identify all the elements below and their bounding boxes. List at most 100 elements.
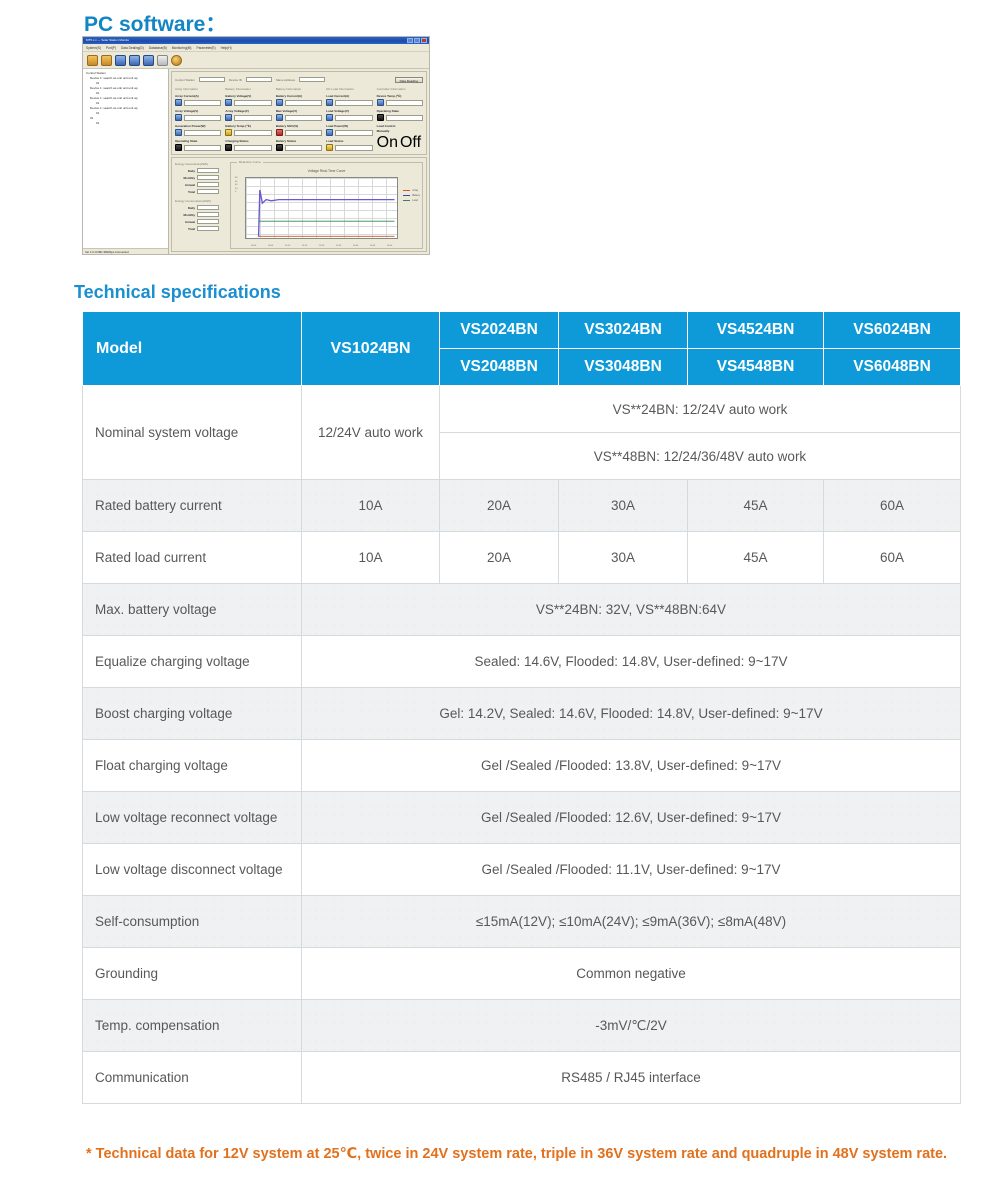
- load-status-label: Load Status: [326, 139, 344, 143]
- load-current-icon: [326, 99, 334, 106]
- load-control-label: Load Control: [376, 124, 396, 128]
- controller-information-title: Controller Information: [376, 87, 406, 91]
- battery-temp-field: Battery Temp.(℃): [225, 124, 272, 136]
- header-model-vs3024bn: VS3024BN: [558, 311, 688, 349]
- table-row: Rated battery current 10A 20A 30A 45A 60…: [82, 479, 961, 532]
- table-row: Grounding Common negative: [82, 947, 961, 1000]
- generation-power-label: Generation Power(W): [175, 124, 206, 128]
- battery-detail-title: Battery Information: [275, 87, 302, 91]
- row-label-max-battery-voltage: Max. battery voltage: [82, 583, 302, 636]
- max-voltage-value: [284, 114, 323, 121]
- cell-nominal-48: VS**48BN: 12/24/36/48V auto work: [439, 432, 961, 480]
- table-row: Self-consumption ≤15mA(12V); ≤10mA(24V);…: [82, 895, 961, 948]
- con-annual-value: [197, 219, 219, 224]
- screenshot-titlebar: MT5.x.x — Solar Station Monitor: [83, 37, 429, 44]
- row-label-rated-battery-current: Rated battery current: [82, 479, 302, 532]
- toolbar-report-icon: [143, 54, 154, 66]
- legend-label-battery: Battery: [412, 194, 420, 197]
- cell-boost-charging-voltage: Gel: 14.2V, Sealed: 14.6V, Flooded: 14.8…: [301, 687, 961, 740]
- pc-software-heading-text: PC software: [84, 13, 206, 36]
- battery-voltage-field: Battery Voltage(V): [225, 94, 272, 106]
- pc-software-heading: PC software：: [84, 8, 226, 38]
- controller-operating-state-field: Operating State: [376, 109, 424, 121]
- load-voltage-field: Load Voltage(V): [326, 109, 373, 121]
- pc-software-screenshot: MT5.x.x — Solar Station Monitor System(S…: [82, 36, 430, 255]
- chart-x-tick-3: 10:15: [301, 245, 308, 247]
- legend-swatch-battery: [403, 194, 411, 197]
- screenshot-toolbar: [83, 52, 429, 69]
- array-current-icon: [175, 99, 182, 106]
- tree-item-sub-5: 01: [96, 121, 100, 125]
- battery-current-field: Battery Current(A): [275, 94, 323, 106]
- table-row: Rated load current 10A 20A 30A 45A 60A: [82, 531, 961, 584]
- legend-entry-battery: Battery: [403, 194, 420, 197]
- legend-swatch-load: [403, 199, 411, 202]
- array-current-field: Array Current(A): [175, 94, 222, 106]
- chart-series-svg: [257, 189, 395, 237]
- screenshot-main-panels: Control Station Device ID Slave Address …: [169, 69, 429, 254]
- legend-label-array: Array: [412, 189, 419, 192]
- array-voltage-label: Array Voltage(V): [175, 109, 199, 113]
- header-model-vs6048bn: VS6048BN: [823, 348, 961, 386]
- array-information-group: Array Information Array Current(A) Array…: [175, 87, 222, 152]
- header-model-label: Model: [82, 311, 302, 386]
- generation-power-icon: [175, 129, 182, 136]
- controller-information-group: Controller Information Device Temp.(℃) O…: [376, 87, 424, 152]
- table-row: Low voltage reconnect voltage Gel /Seale…: [82, 791, 961, 844]
- realtime-curve-panel-label: Real-time Curve: [237, 160, 263, 164]
- technical-specifications-table: Model VS1024BN VS2024BN VS3024BN VS4524B…: [82, 311, 961, 1104]
- station-label: Control Station: [175, 77, 195, 82]
- toolbar-database-icon: [115, 54, 126, 66]
- battery-soc-value: [284, 129, 323, 136]
- technical-data-footnote: * Technical data for 12V system at 25℃, …: [86, 1146, 948, 1162]
- cell-rated-battery-current-2: 20A: [439, 479, 559, 532]
- table-row: Temp. compensation -3mV/℃/2V: [82, 999, 961, 1052]
- header-model-vs4524bn: VS4524BN: [687, 311, 824, 349]
- menu-item-parameter: Parameter(E): [196, 45, 216, 50]
- gen-daily-label: Daily: [187, 168, 195, 173]
- header-model-vs2024bn: VS2024BN: [439, 311, 559, 349]
- energy-generation-block: Energy Generation(kWh) Daily Monthly Ann…: [175, 162, 227, 249]
- table-row: Equalize charging voltage Sealed: 14.6V,…: [82, 635, 961, 688]
- battery-current-value: [284, 99, 323, 106]
- battery-status-icon: [275, 144, 283, 151]
- screenshot-monitor-panel: Control Station Device ID Slave Address …: [171, 71, 427, 155]
- header-model-vs6024bn: VS6024BN: [823, 311, 961, 349]
- station-field: [198, 77, 225, 82]
- table-row: Max. battery voltage VS**24BN: 32V, VS**…: [82, 583, 961, 636]
- row-label-rated-load-current: Rated load current: [82, 531, 302, 584]
- screenshot-window-title: MT5.x.x — Solar Station Monitor: [86, 38, 130, 42]
- toolbar-export-icon: [129, 54, 140, 66]
- series-battery-line: [257, 189, 395, 237]
- battery-soc-label: Battery SOC(%): [275, 124, 299, 128]
- cell-rated-battery-current-4: 45A: [687, 479, 824, 532]
- legend-entry-array: Array: [403, 189, 420, 192]
- row-label-nominal-system-voltage: Nominal system voltage: [82, 385, 302, 480]
- thermometer-icon: [225, 129, 233, 136]
- array-current-value: [184, 99, 222, 106]
- load-power-icon: [326, 129, 334, 136]
- menu-item-system: System(S): [86, 45, 101, 50]
- screenshot-device-tree: Control Station Device 1: search as unit…: [83, 69, 169, 254]
- battery-temp-value: [234, 129, 272, 136]
- energy-consumption-title: Energy Consumption(kWh): [175, 199, 212, 203]
- device-label: Device ID: [228, 77, 242, 82]
- cell-max-battery-voltage: VS**24BN: 32V, VS**48BN:64V: [301, 583, 961, 636]
- header-model-vs1024bn: VS1024BN: [301, 311, 440, 386]
- header-model-vs4548bn: VS4548BN: [687, 348, 824, 386]
- cell-temp-compensation: -3mV/℃/2V: [301, 999, 961, 1052]
- array-voltage-field: Array Voltage(V): [175, 109, 222, 121]
- battery-array-voltage-icon: [225, 114, 233, 121]
- row-label-temp-compensation: Temp. compensation: [82, 999, 302, 1052]
- cell-communication: RS485 / RJ45 interface: [301, 1051, 961, 1104]
- load-voltage-label: Load Voltage(V): [326, 109, 349, 113]
- table-row: Low voltage disconnect voltage Gel /Seal…: [82, 843, 961, 896]
- screenshot-menubar: System(S) Port(P) Data Dealing(D) Databa…: [83, 44, 429, 52]
- load-voltage-icon: [326, 114, 334, 121]
- toolbar-settings-icon: [157, 54, 168, 66]
- address-label: Slave Address: [275, 77, 296, 82]
- row-label-communication: Communication: [82, 1051, 302, 1104]
- chart-x-tick-4: 10:20: [318, 245, 325, 247]
- table-row: Nominal system voltage 12/24V auto work …: [82, 385, 961, 480]
- chart-x-tick-1: 10:05: [267, 245, 274, 247]
